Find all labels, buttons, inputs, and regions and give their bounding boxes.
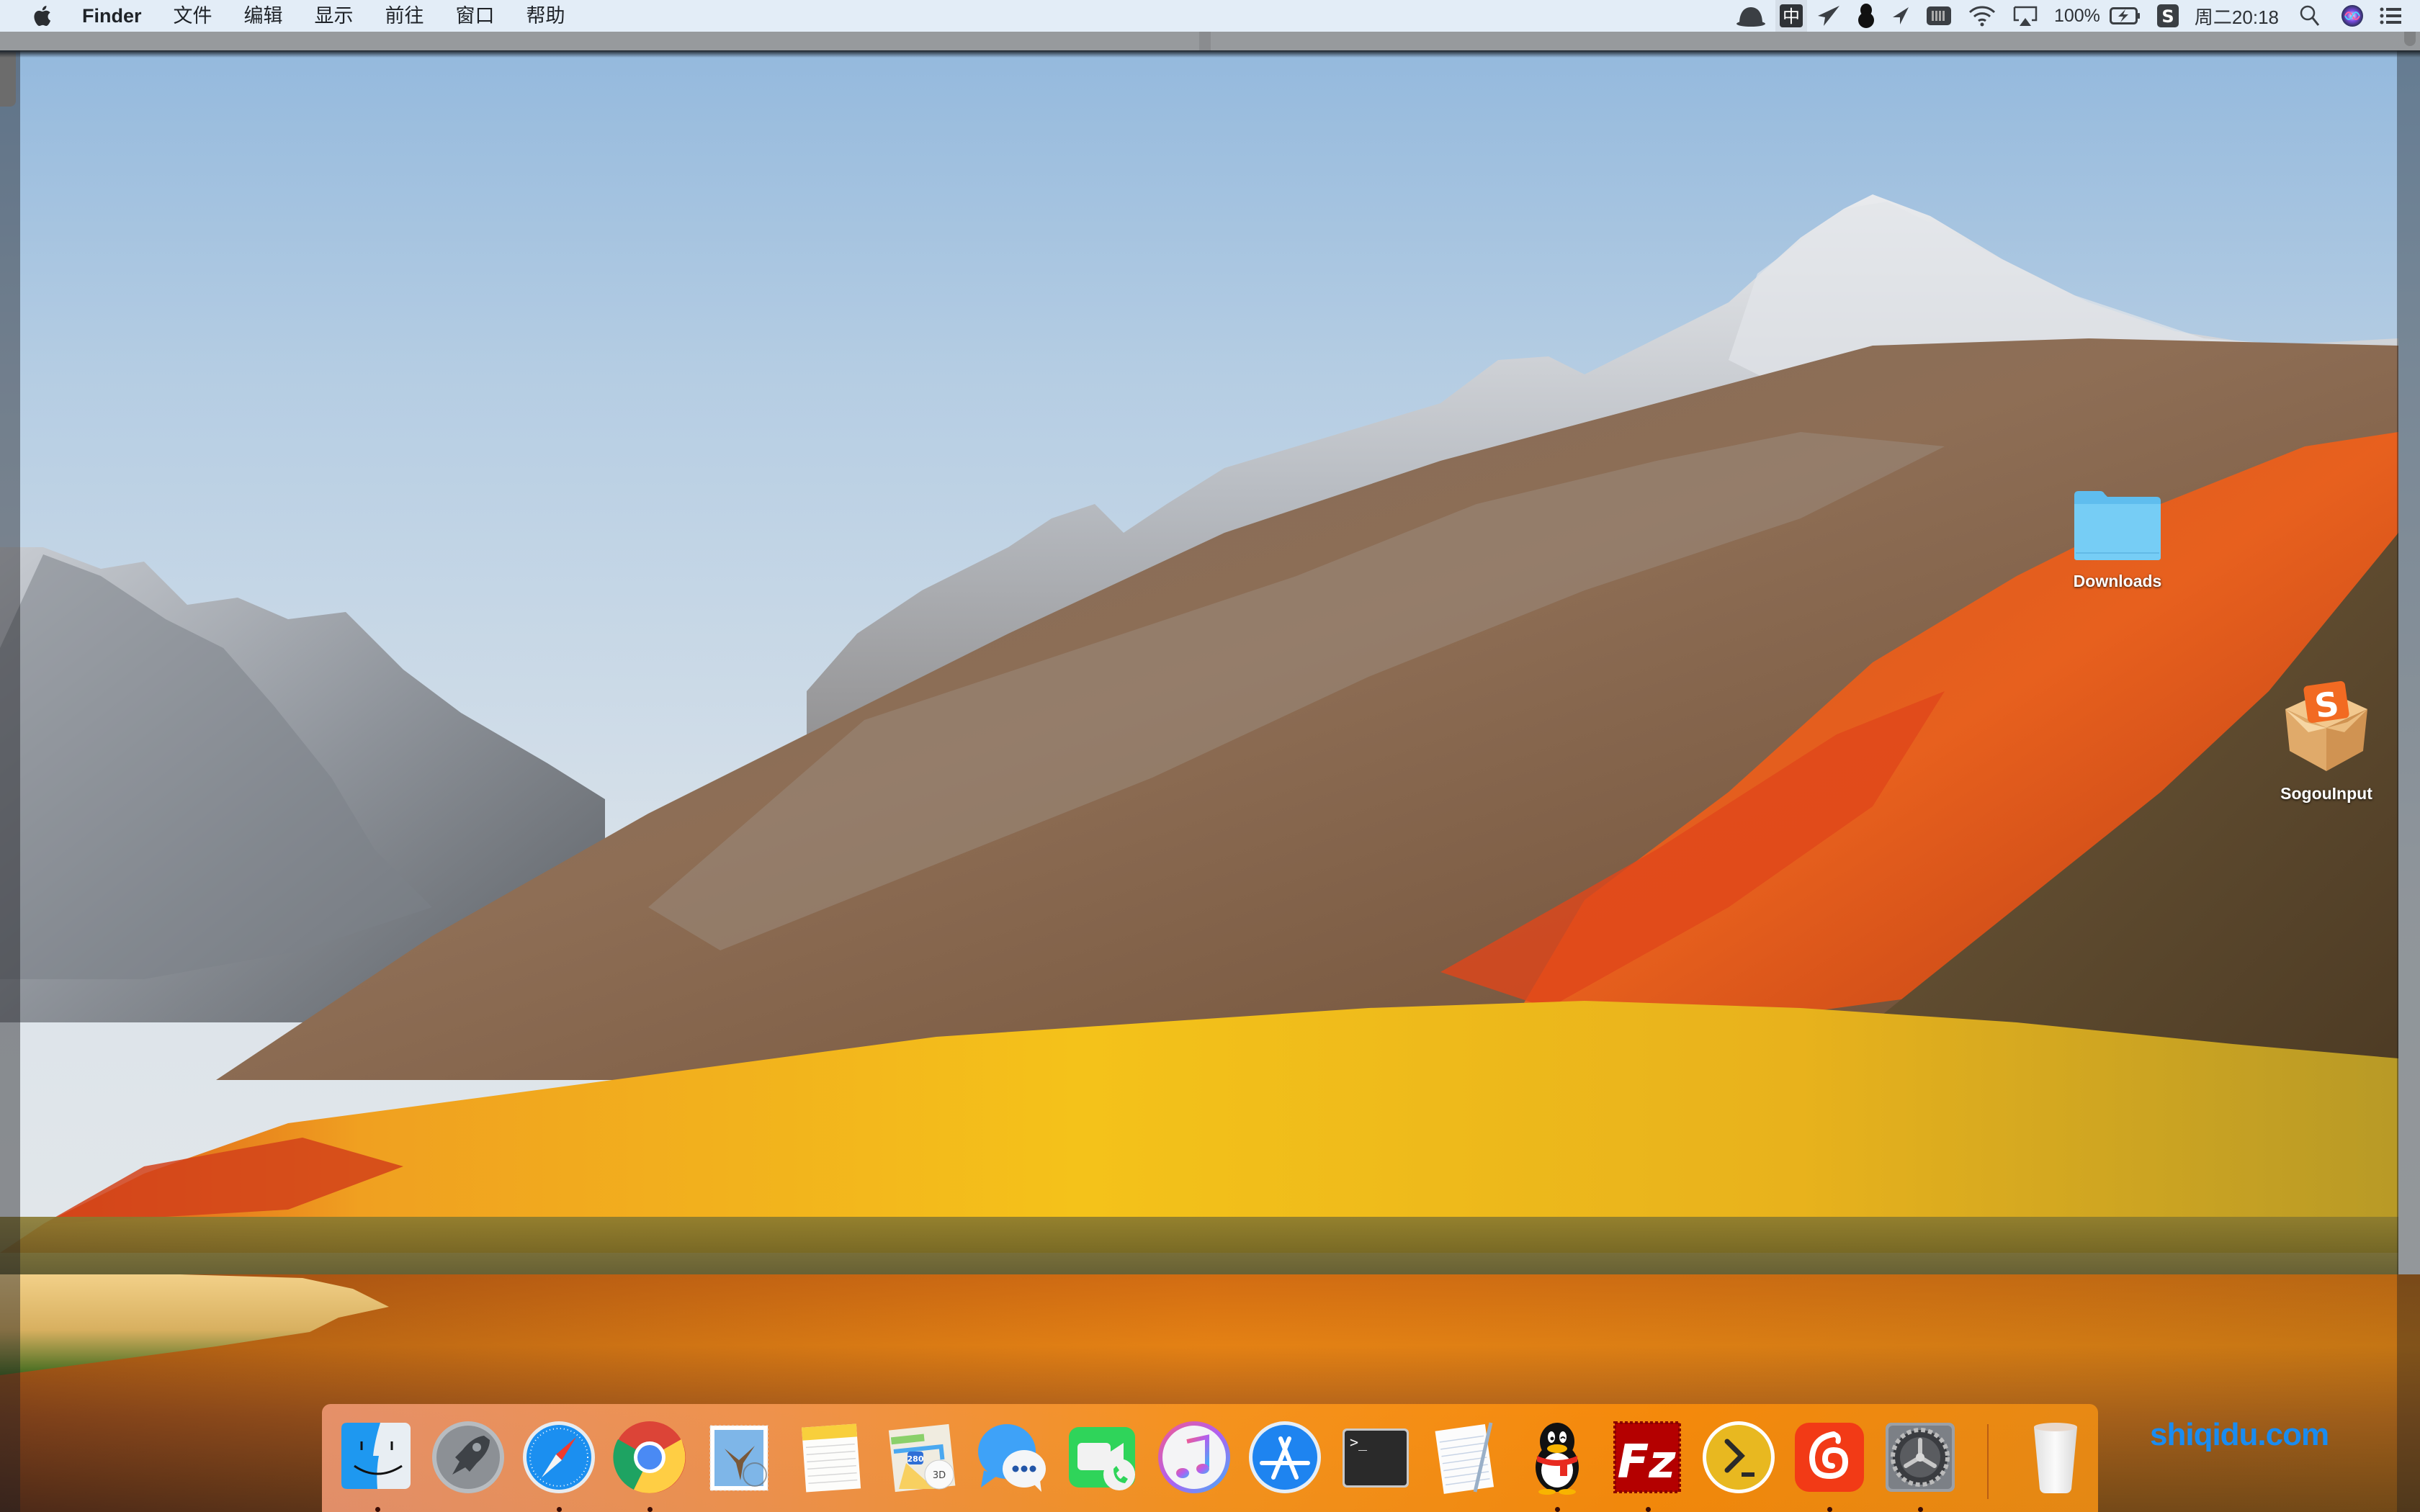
capture-resize-handle[interactable] bbox=[2404, 32, 2416, 46]
textedit-icon bbox=[1435, 1422, 1494, 1494]
running-indicator bbox=[647, 1507, 653, 1512]
netease-music-icon bbox=[1795, 1423, 1864, 1492]
watermark-text: shiqidu.com bbox=[2150, 1417, 2329, 1452]
svg-text:>_: >_ bbox=[1350, 1434, 1368, 1451]
itunes-icon bbox=[1158, 1421, 1230, 1493]
dock-item-shell[interactable] bbox=[1693, 1420, 1784, 1512]
capture-side-tab[interactable] bbox=[0, 52, 16, 107]
svg-text:3D: 3D bbox=[933, 1470, 946, 1481]
input-method-icon[interactable]: 中 bbox=[1775, 0, 1807, 32]
dock-item-launchpad[interactable] bbox=[423, 1420, 514, 1512]
launchpad-rocket-icon bbox=[432, 1421, 504, 1493]
dock-item-facetime[interactable] bbox=[1058, 1420, 1149, 1512]
dock-item-maps[interactable]: 280 3D bbox=[877, 1420, 967, 1512]
paper-plane-icon[interactable] bbox=[1816, 0, 1841, 32]
dock: 280 3D >_ Fz bbox=[322, 1404, 2098, 1512]
dock-item-mail[interactable] bbox=[695, 1420, 786, 1512]
desktop-icon-label: SogouInput bbox=[2280, 784, 2372, 803]
dock-item-app-store[interactable] bbox=[1240, 1420, 1330, 1512]
shell-prompt-icon bbox=[1703, 1421, 1775, 1493]
menu-window[interactable]: 窗口 bbox=[440, 0, 511, 32]
dock-item-chrome[interactable] bbox=[604, 1420, 695, 1512]
folder-icon bbox=[2074, 491, 2161, 560]
svg-text:Fz: Fz bbox=[1618, 1436, 1677, 1489]
siri-icon[interactable] bbox=[2341, 0, 2364, 32]
facetime-icon bbox=[1069, 1427, 1135, 1490]
app-store-icon bbox=[1249, 1421, 1321, 1493]
dock-item-finder[interactable] bbox=[332, 1420, 423, 1512]
running-indicator bbox=[557, 1507, 562, 1512]
messages-icon bbox=[978, 1424, 1046, 1492]
capture-strip-seam bbox=[1199, 32, 1211, 50]
trash-icon bbox=[2034, 1423, 2077, 1493]
mail-stamp-icon bbox=[709, 1425, 768, 1491]
safari-compass-icon bbox=[523, 1421, 595, 1493]
memory-meter-icon[interactable] bbox=[1926, 0, 1952, 32]
dock-item-messages[interactable] bbox=[967, 1420, 1058, 1512]
finder-icon bbox=[341, 1423, 411, 1489]
battery-charging-icon[interactable] bbox=[2109, 0, 2141, 32]
menu-bar: Finder 文件 编辑 显示 前往 窗口 帮助 中 100% S 周二20:1… bbox=[0, 0, 2420, 32]
qq-icon bbox=[1536, 1423, 1579, 1495]
sogou-package-icon: S bbox=[2285, 680, 2367, 771]
chrome-icon bbox=[613, 1421, 686, 1493]
capture-toolbar-strip bbox=[0, 32, 2420, 50]
wifi-icon[interactable] bbox=[1968, 0, 1996, 32]
sogou-s-icon[interactable]: S bbox=[2156, 0, 2179, 32]
capture-dim-right bbox=[2397, 50, 2420, 1512]
maps-icon: 280 3D bbox=[888, 1423, 956, 1493]
running-indicator bbox=[1827, 1507, 1832, 1512]
airplay-icon[interactable] bbox=[2012, 0, 2038, 32]
qq-penguin-icon[interactable] bbox=[1857, 0, 1876, 32]
spotlight-search-icon[interactable] bbox=[2300, 0, 2320, 32]
menu-edit[interactable]: 编辑 bbox=[228, 0, 299, 32]
dock-item-safari[interactable] bbox=[514, 1420, 604, 1512]
menu-view[interactable]: 显示 bbox=[299, 0, 369, 32]
menu-go[interactable]: 前往 bbox=[369, 0, 440, 32]
notes-icon bbox=[802, 1423, 861, 1493]
desktop-icon-label: Downloads bbox=[2073, 572, 2162, 590]
dock-item-netease-music[interactable] bbox=[1784, 1420, 1875, 1512]
dock-item-notes[interactable] bbox=[786, 1420, 877, 1512]
capture-dim-left bbox=[0, 50, 20, 1512]
dock-item-system-preferences[interactable] bbox=[1875, 1420, 1966, 1512]
dock-item-qq[interactable] bbox=[1512, 1420, 1603, 1512]
running-indicator bbox=[1918, 1507, 1923, 1512]
menu-file[interactable]: 文件 bbox=[158, 0, 228, 32]
dock-item-itunes[interactable] bbox=[1149, 1420, 1240, 1512]
dock-separator bbox=[1987, 1424, 1989, 1499]
running-indicator bbox=[375, 1507, 380, 1512]
location-arrow-icon[interactable] bbox=[1891, 0, 1910, 32]
dock-item-terminal[interactable]: >_ bbox=[1330, 1420, 1421, 1512]
svg-text:280: 280 bbox=[908, 1454, 924, 1464]
running-indicator bbox=[1646, 1507, 1651, 1512]
desktop-icon-sogouinput[interactable]: S SogouInput bbox=[2262, 680, 2391, 804]
dock-item-filezilla[interactable]: Fz bbox=[1603, 1420, 1693, 1512]
clock[interactable]: 周二20:18 bbox=[2195, 0, 2279, 32]
dock-item-trash[interactable] bbox=[2010, 1420, 2101, 1512]
wallpaper-mountain-lake bbox=[0, 0, 2420, 1512]
menu-help[interactable]: 帮助 bbox=[511, 0, 581, 32]
status-menus: 中 100% S 周二20:18 bbox=[1728, 0, 2420, 32]
capture-shadow bbox=[0, 50, 2420, 58]
cloud-hat-icon[interactable] bbox=[1736, 0, 1766, 32]
svg-text:S: S bbox=[2161, 6, 2174, 27]
battery-percent[interactable]: 100% bbox=[2054, 0, 2100, 32]
terminal-icon: >_ bbox=[1343, 1428, 1409, 1488]
menu-app-finder[interactable]: Finder bbox=[75, 0, 158, 32]
desktop-wallpaper bbox=[0, 0, 2420, 1512]
svg-text:中: 中 bbox=[1783, 6, 1800, 27]
system-preferences-gear-icon bbox=[1886, 1423, 1955, 1492]
dock-item-textedit[interactable] bbox=[1421, 1420, 1512, 1512]
filezilla-icon: Fz bbox=[1613, 1421, 1681, 1493]
notification-center-icon[interactable] bbox=[2380, 0, 2401, 32]
running-indicator bbox=[1555, 1507, 1560, 1512]
apple-logo-icon[interactable] bbox=[27, 5, 56, 27]
desktop-icon-downloads[interactable]: Downloads bbox=[2045, 490, 2190, 591]
